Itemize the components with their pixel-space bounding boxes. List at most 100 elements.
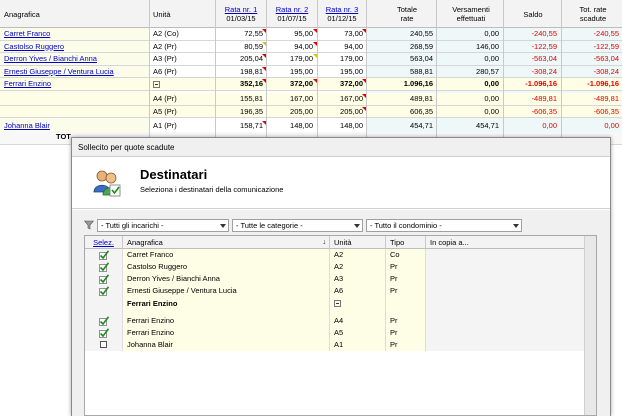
dialog-heading: Destinatari xyxy=(140,167,208,182)
anagrafica-link[interactable]: Castolso Ruggero xyxy=(4,41,64,53)
rata3-link[interactable]: Rata nr. 3 xyxy=(318,5,366,14)
table-row[interactable]: Ernesti Giuseppe / Ventura Lucia A6 Pr xyxy=(85,285,585,297)
anagrafica-cell: Ernesti Giuseppe / Ventura Lucia xyxy=(123,285,330,297)
tipo-cell xyxy=(386,297,426,315)
anagrafica-link[interactable]: Ferrari Enzino xyxy=(4,78,51,90)
check-icon[interactable] xyxy=(99,250,109,260)
check-icon[interactable] xyxy=(99,328,109,338)
in-copia-cell[interactable] xyxy=(426,315,585,327)
tot-scadute-value: -606,35 xyxy=(593,106,619,116)
anagrafica-cell: Ferrari Enzino xyxy=(123,297,330,315)
sort-arrow-icon: ↓ xyxy=(322,239,327,246)
header-anagrafica-dialog[interactable]: Anagrafica ↓ xyxy=(123,236,330,249)
in-copia-cell[interactable] xyxy=(426,249,585,261)
totale-value: 268,59 xyxy=(410,41,433,51)
table-row[interactable]: Ferrari Enzino A5 Pr xyxy=(85,327,585,339)
select-cell[interactable] xyxy=(85,297,123,315)
checkbox-empty[interactable] xyxy=(100,341,107,348)
header-anagrafica-label: Anagrafica xyxy=(4,9,40,19)
saldo-value: -563,04 xyxy=(531,54,557,63)
column-divider xyxy=(317,0,318,140)
unita-cell: A3 xyxy=(330,273,386,285)
categorie-select[interactable]: - Tutte le categorie - xyxy=(232,218,363,232)
rata3-value: 179,00 xyxy=(340,54,363,63)
chevron-down-icon xyxy=(513,223,519,228)
versamenti-value: 0,00 xyxy=(484,106,499,116)
rata2-value: 167,00 xyxy=(290,94,313,103)
in-copia-cell[interactable] xyxy=(426,339,585,351)
rata2-link[interactable]: Rata nr. 2 xyxy=(267,5,317,14)
table-row[interactable]: Ferrari Enzino A4 Pr xyxy=(85,315,585,327)
unita-cell: A2 xyxy=(330,249,386,261)
anagrafica-link[interactable]: Derron Yives / Bianchi Anna xyxy=(4,53,97,65)
totale-value: 240,55 xyxy=(410,29,433,38)
header-rata1[interactable]: Rata nr. 1 01/03/15 xyxy=(216,0,266,28)
check-icon[interactable] xyxy=(99,316,109,326)
dialog-header: Destinatari Seleziona i destinatari dell… xyxy=(72,157,610,209)
rata2-value: 179,00 xyxy=(290,54,313,63)
anagrafica-link[interactable]: Ernesti Giuseppe / Ventura Lucia xyxy=(4,66,114,78)
condominio-select[interactable]: - Tutto il condominio - xyxy=(366,218,522,232)
select-cell[interactable] xyxy=(85,261,123,273)
check-icon[interactable] xyxy=(99,274,109,284)
unit-cell: A2 (Pr) xyxy=(153,41,177,51)
versamenti-value: 0,00 xyxy=(484,54,499,63)
select-cell[interactable] xyxy=(85,249,123,261)
funnel-icon[interactable] xyxy=(84,220,94,230)
select-cell[interactable] xyxy=(85,315,123,327)
rata1-link[interactable]: Rata nr. 1 xyxy=(216,5,266,14)
in-copia-cell[interactable] xyxy=(426,297,585,315)
rata1-value: 80,59 xyxy=(244,41,263,51)
in-copia-cell[interactable] xyxy=(426,261,585,273)
incarichi-select[interactable]: - Tutti gli incarichi - xyxy=(97,218,229,232)
header-tipo[interactable]: Tipo xyxy=(386,236,426,249)
select-cell[interactable] xyxy=(85,285,123,297)
anagrafica-link[interactable]: Johanna Blair xyxy=(4,120,50,132)
sollecito-dialog[interactable]: Sollecito per quote scadute Destinatari … xyxy=(71,137,611,416)
table-row[interactable]: Derron Yives / Bianchi Anna A3 Pr xyxy=(85,273,585,285)
dialog-title-bar[interactable]: Sollecito per quote scadute xyxy=(72,138,610,157)
tipo-cell: Pr xyxy=(386,339,426,351)
header-totale[interactable]: Totale rate xyxy=(377,0,437,28)
saldo-value: -308,24 xyxy=(531,66,557,76)
select-cell[interactable] xyxy=(85,327,123,339)
header-anagrafica[interactable]: Anagrafica xyxy=(4,0,144,28)
select-cell[interactable] xyxy=(85,273,123,285)
check-icon[interactable] xyxy=(99,262,109,272)
unit-cell: A6 (Pr) xyxy=(153,66,177,76)
group-row[interactable]: Ferrari Enzino xyxy=(85,297,585,315)
minus-box-icon[interactable] xyxy=(334,299,341,307)
tot-scadute-value: -1.096,16 xyxy=(587,79,619,88)
unita-cell: A2 xyxy=(330,261,386,273)
tipo-cell: Pr xyxy=(386,327,426,339)
rata3-value: 205,00 xyxy=(340,106,363,116)
header-selez[interactable]: Selez. xyxy=(85,236,123,249)
header-unita-dialog[interactable]: Unità xyxy=(330,236,386,249)
table-row[interactable]: Castolso Ruggero A2 Pr xyxy=(85,261,585,273)
header-versamenti[interactable]: Versamenti effettuati xyxy=(441,0,501,28)
table-row[interactable]: Johanna Blair A1 Pr xyxy=(85,339,585,351)
header-in-copia[interactable]: In copia a... xyxy=(426,236,585,249)
tipo-cell: Pr xyxy=(386,261,426,273)
saldo-value: -606,35 xyxy=(531,106,557,116)
header-unita[interactable]: Unità xyxy=(150,0,214,28)
vertical-scrollbar[interactable] xyxy=(584,236,596,415)
table-row[interactable]: Carret Franco A2 Co xyxy=(85,249,585,261)
minus-box-icon[interactable] xyxy=(153,81,160,88)
anagrafica-link[interactable]: Carret Franco xyxy=(4,28,50,40)
header-rata3[interactable]: Rata nr. 3 01/12/15 xyxy=(318,0,366,28)
in-copia-cell[interactable] xyxy=(426,285,585,297)
header-saldo[interactable]: Saldo xyxy=(508,0,558,28)
in-copia-cell[interactable] xyxy=(426,273,585,285)
rata2-value: 94,00 xyxy=(294,41,313,51)
header-rata2[interactable]: Rata nr. 2 01/07/15 xyxy=(267,0,317,28)
check-icon[interactable] xyxy=(99,286,109,296)
versamenti-value: 0,00 xyxy=(484,79,499,88)
select-cell[interactable] xyxy=(85,339,123,351)
versamenti-value: 146,00 xyxy=(476,41,499,51)
anagrafica-cell: Ferrari Enzino xyxy=(123,315,330,327)
rata3-value: 167,00 xyxy=(340,94,363,103)
dialog-subheading: Seleziona i destinatari della comunicazi… xyxy=(140,185,284,194)
header-tot-scadute[interactable]: Tot. rate scadute xyxy=(564,0,622,28)
in-copia-cell[interactable] xyxy=(426,327,585,339)
